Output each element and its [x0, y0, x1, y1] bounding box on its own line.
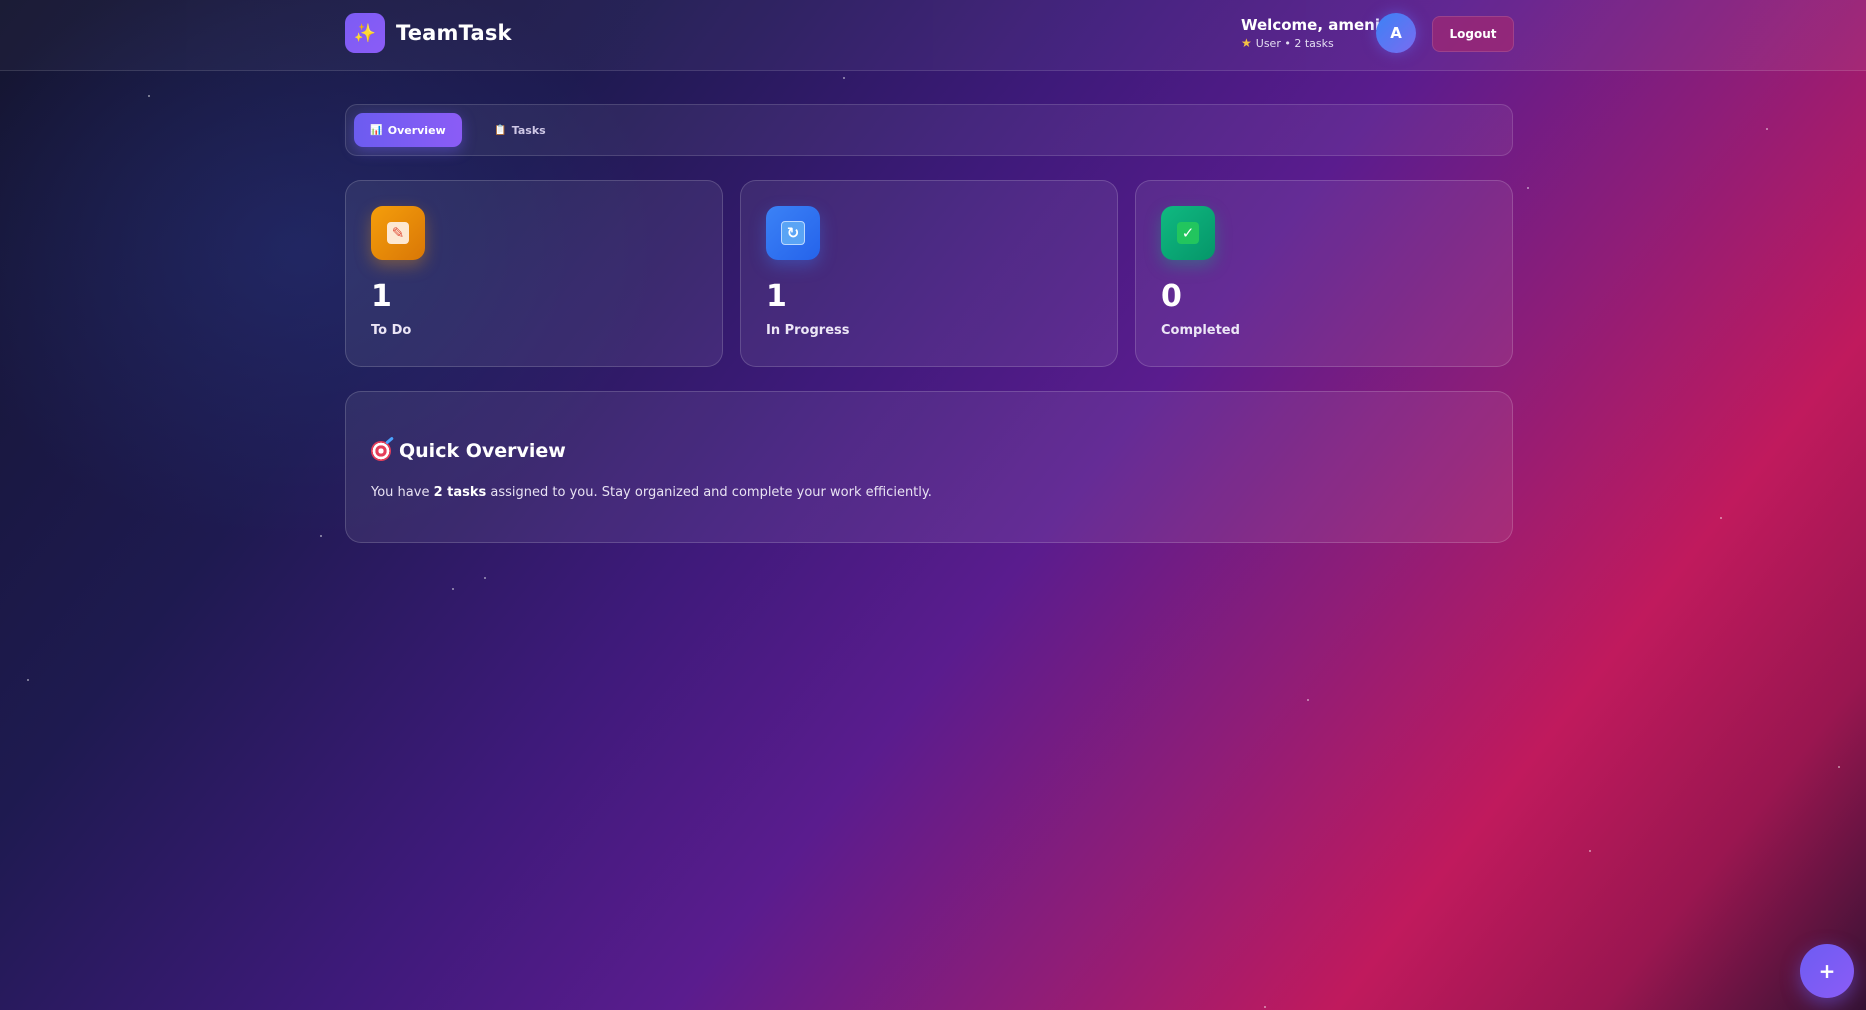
tab-tasks[interactable]: 📋 Tasks [484, 113, 556, 147]
quick-overview-title: Quick Overview [371, 440, 566, 462]
user-meta: ★ User • 2 tasks [1241, 36, 1387, 50]
background-star [1720, 517, 1722, 519]
background-star [27, 679, 29, 681]
refresh-icon: ↻ [766, 206, 820, 260]
stat-value-completed: 0 [1161, 279, 1182, 314]
top-navbar: ✨ TeamTask Welcome, ameni! ★ User • 2 ta… [0, 0, 1866, 71]
background-star [452, 588, 454, 590]
memo-icon: ✎ [371, 206, 425, 260]
tab-tasks-label: Tasks [511, 123, 546, 137]
stat-value-in-progress: 1 [766, 279, 787, 314]
tab-bar: 📊 Overview 📋 Tasks [345, 104, 1513, 156]
star-icon: ★ [1241, 36, 1252, 50]
stat-value-todo: 1 [371, 279, 392, 314]
user-meta-text: User • 2 tasks [1255, 36, 1334, 50]
background-star [1264, 1006, 1266, 1008]
brand[interactable]: ✨ TeamTask [345, 13, 512, 53]
tab-overview[interactable]: 📊 Overview [354, 113, 462, 147]
background-star [1838, 766, 1840, 768]
background-star [1589, 850, 1591, 852]
logout-button[interactable]: Logout [1432, 16, 1514, 52]
background-star [148, 95, 150, 97]
overview-text-after: assigned to you. Stay organized and comp… [486, 485, 932, 500]
avatar[interactable]: A [1376, 13, 1416, 53]
quick-overview-panel: Quick Overview You have 2 tasks assigned… [345, 391, 1513, 543]
stat-label-completed: Completed [1161, 323, 1240, 338]
chart-icon: 📊 [370, 124, 383, 136]
background-star [320, 535, 322, 537]
clipboard-icon: 📋 [494, 124, 507, 136]
background-star [1527, 187, 1529, 189]
overview-text-before: You have [371, 485, 434, 500]
target-icon [371, 441, 391, 461]
background-star [843, 77, 845, 79]
check-icon: ✓ [1161, 206, 1215, 260]
stat-label-in-progress: In Progress [766, 323, 850, 338]
stat-card-completed: ✓ 0 Completed [1135, 180, 1513, 367]
background-star [1766, 128, 1768, 130]
app-name: TeamTask [396, 21, 512, 45]
background-star [484, 577, 486, 579]
overview-task-count: 2 tasks [433, 485, 487, 500]
user-info: Welcome, ameni! ★ User • 2 tasks [1241, 16, 1387, 50]
add-task-fab[interactable]: + [1800, 944, 1854, 998]
welcome-text: Welcome, ameni! [1241, 16, 1387, 34]
quick-overview-heading: Quick Overview [399, 440, 566, 462]
stat-card-in-progress: ↻ 1 In Progress [740, 180, 1118, 367]
stat-label-todo: To Do [371, 323, 412, 338]
background-star [1307, 699, 1309, 701]
quick-overview-text: You have 2 tasks assigned to you. Stay o… [371, 485, 932, 500]
tab-overview-label: Overview [387, 123, 446, 137]
stat-card-todo: ✎ 1 To Do [345, 180, 723, 367]
sparkles-icon: ✨ [345, 13, 385, 53]
